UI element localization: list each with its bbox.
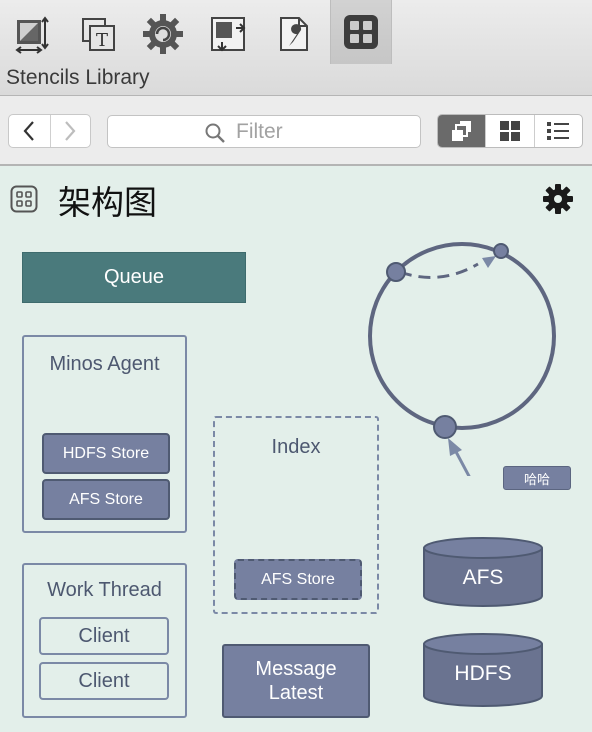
- message-line-1: Message: [255, 658, 337, 680]
- stencil-grid-icon[interactable]: [330, 0, 392, 64]
- minos-agent-label: Minos Agent: [49, 353, 160, 375]
- hdfs-cylinder-label: HDFS: [454, 662, 512, 685]
- search-icon: [205, 123, 225, 143]
- chevron-left-icon: [23, 121, 35, 141]
- canvas-size-icon[interactable]: [2, 6, 64, 62]
- forward-button[interactable]: [49, 115, 91, 147]
- document-wrench-icon[interactable]: [262, 6, 324, 62]
- index-label: Index: [271, 436, 321, 458]
- filter-input[interactable]: [236, 119, 406, 145]
- filter-field[interactable]: [107, 115, 421, 148]
- list-view-button[interactable]: [533, 115, 582, 147]
- stencil-header[interactable]: 架构图: [0, 168, 592, 226]
- back-button[interactable]: [9, 115, 50, 147]
- gear-arrow-icon[interactable]: [132, 6, 194, 62]
- afs-store-dashed-shape[interactable]: AFS Store: [234, 559, 362, 600]
- stacked-view-button[interactable]: [438, 115, 486, 147]
- svg-text:T: T: [96, 30, 108, 51]
- ring-shape[interactable]: [360, 236, 580, 476]
- stencil-title: 架构图: [58, 183, 157, 222]
- message-latest-shape[interactable]: Message Latest: [222, 644, 370, 718]
- inspector-bar: T Stencils Library: [0, 0, 592, 96]
- inspector-title: Stencils Library: [6, 66, 150, 89]
- client-shape[interactable]: Client: [39, 617, 169, 655]
- layout-icon[interactable]: [197, 6, 259, 62]
- grid-icon: [499, 121, 520, 141]
- haha-callout[interactable]: 哈哈: [503, 466, 571, 490]
- hdfs-store-shape[interactable]: HDFS Store: [42, 433, 170, 474]
- afs-store-shape[interactable]: AFS Store: [42, 479, 170, 520]
- afs-cylinder-label: AFS: [462, 566, 504, 589]
- stacked-squares-icon: [451, 121, 471, 141]
- client-shape[interactable]: Client: [39, 662, 169, 700]
- chevron-right-icon: [65, 121, 76, 141]
- grid-icon: [10, 185, 38, 213]
- message-line-2: Latest: [268, 682, 324, 704]
- grid-view-button[interactable]: [485, 115, 533, 147]
- navigation-segment: [8, 114, 91, 148]
- gear-icon[interactable]: [542, 183, 574, 215]
- library-toolbar: [0, 96, 592, 166]
- work-thread-label: Work Thread: [47, 579, 162, 601]
- text-icon[interactable]: T: [67, 6, 129, 62]
- stencil-canvas: Queue Minos Agent HDFS Store AFS Store W…: [0, 226, 592, 732]
- view-mode-segment: [437, 114, 583, 148]
- list-icon: [547, 122, 570, 140]
- queue-shape[interactable]: Queue: [22, 252, 246, 303]
